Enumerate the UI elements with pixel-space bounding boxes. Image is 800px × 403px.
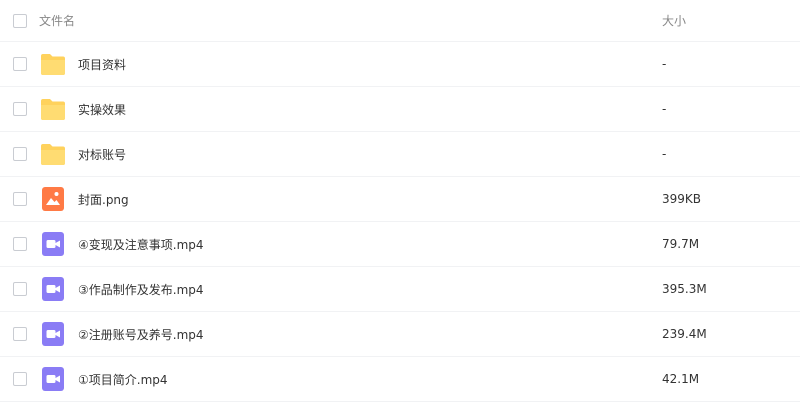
select-all-checkbox[interactable] xyxy=(13,13,27,28)
file-size: 395.3M xyxy=(662,282,707,296)
file-name[interactable]: 实操效果 xyxy=(78,101,126,118)
image-file-icon xyxy=(40,187,66,211)
file-list-header: 文件名 大小 xyxy=(0,0,800,42)
file-list: 文件名 大小 项目资料 - 实操效果 - 对标账号 - 封面.png 399KB… xyxy=(0,0,800,402)
file-size: - xyxy=(662,57,667,71)
row-checkbox[interactable] xyxy=(13,57,27,71)
video-file-icon xyxy=(40,277,66,301)
file-size: 399KB xyxy=(662,192,702,206)
video-file-icon xyxy=(40,322,66,346)
file-row[interactable]: ③作品制作及发布.mp4 395.3M xyxy=(0,267,800,312)
file-size: 79.7M xyxy=(662,237,700,251)
video-file-icon xyxy=(40,367,66,391)
file-row[interactable]: 实操效果 - xyxy=(0,87,800,132)
file-size: 42.1M xyxy=(662,372,700,386)
file-name[interactable]: ①项目简介.mp4 xyxy=(78,371,168,388)
file-size: 239.4M xyxy=(662,327,707,341)
file-size: - xyxy=(662,147,667,161)
file-name[interactable]: ②注册账号及养号.mp4 xyxy=(78,326,204,343)
file-row[interactable]: ④变现及注意事项.mp4 79.7M xyxy=(0,222,800,267)
row-checkbox[interactable] xyxy=(13,237,27,251)
folder-icon xyxy=(40,142,66,166)
file-name[interactable]: 封面.png xyxy=(78,191,129,208)
column-header-size[interactable]: 大小 xyxy=(662,12,686,29)
file-name[interactable]: ③作品制作及发布.mp4 xyxy=(78,281,204,298)
file-row[interactable]: ②注册账号及养号.mp4 239.4M xyxy=(0,312,800,357)
column-header-name[interactable]: 文件名 xyxy=(39,12,75,29)
file-row[interactable]: 封面.png 399KB xyxy=(0,177,800,222)
file-name[interactable]: 对标账号 xyxy=(78,146,126,163)
file-name[interactable]: 项目资料 xyxy=(78,56,126,73)
row-checkbox[interactable] xyxy=(13,372,27,386)
file-row[interactable]: 对标账号 - xyxy=(0,132,800,177)
row-checkbox[interactable] xyxy=(13,147,27,161)
file-size: - xyxy=(662,102,667,116)
file-row[interactable]: 项目资料 - xyxy=(0,42,800,87)
folder-icon xyxy=(40,97,66,121)
file-row[interactable]: ①项目简介.mp4 42.1M xyxy=(0,357,800,402)
video-file-icon xyxy=(40,232,66,256)
row-checkbox[interactable] xyxy=(13,192,27,206)
folder-icon xyxy=(40,52,66,76)
row-checkbox[interactable] xyxy=(13,102,27,116)
row-checkbox[interactable] xyxy=(13,327,27,341)
file-name[interactable]: ④变现及注意事项.mp4 xyxy=(78,236,204,253)
row-checkbox[interactable] xyxy=(13,282,27,296)
